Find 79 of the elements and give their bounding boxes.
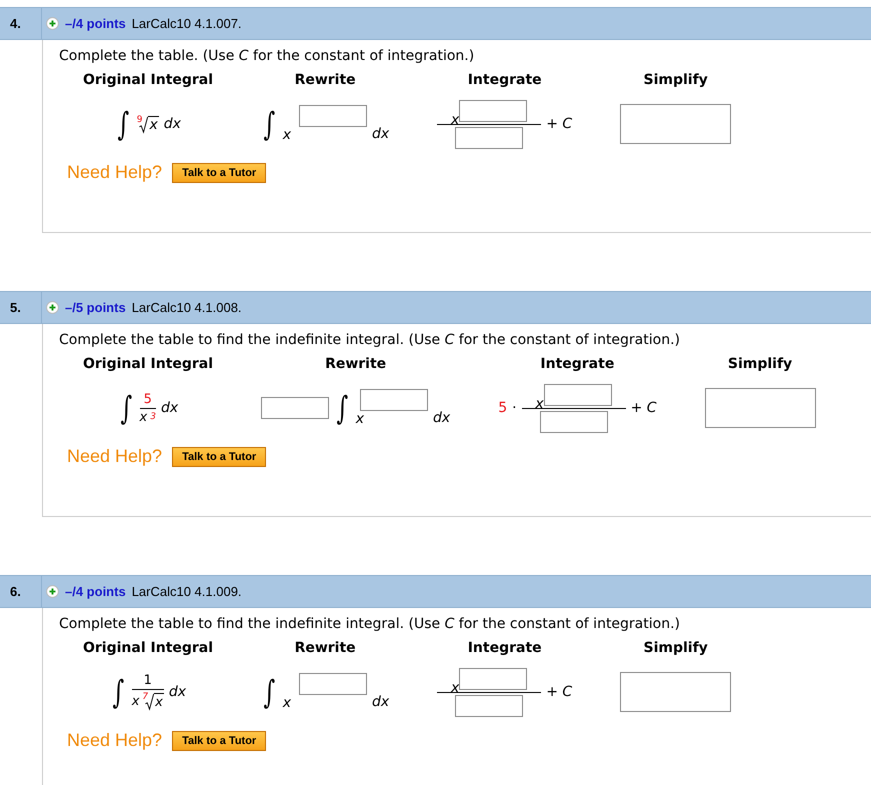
- talk-to-tutor-button[interactable]: Talk to a Tutor: [172, 446, 266, 466]
- constant-term: + C: [546, 684, 572, 700]
- differential: dx: [160, 400, 178, 416]
- integral-sign: ∫: [336, 389, 348, 427]
- dot-operator: ·: [512, 400, 517, 416]
- problem-code: LarCalc10 4.1.009.: [132, 584, 242, 599]
- root-index: 9: [136, 116, 142, 125]
- exponent-input[interactable]: [544, 384, 612, 406]
- radicand: x: [148, 116, 159, 134]
- column-header: Original Integral: [82, 71, 214, 90]
- column-header: Rewrite: [324, 355, 388, 374]
- column-header: Original Integral: [82, 639, 214, 658]
- coefficient: 5: [498, 400, 508, 416]
- integral-sign: ∫: [118, 105, 130, 143]
- points-label: –/4 points: [65, 584, 126, 599]
- denominator-input[interactable]: [540, 410, 608, 432]
- integral-sign: ∫: [112, 673, 124, 711]
- constant-term: + C: [630, 400, 657, 416]
- exponent-input[interactable]: [299, 673, 368, 695]
- integral-sign: ∫: [264, 673, 276, 711]
- need-help-label: Need Help?: [67, 446, 162, 467]
- instruction-text: Complete the table to find the indefinite integral. (Use C for the constant of integration.): [59, 332, 681, 348]
- points-label: –/4 points: [65, 16, 126, 31]
- denominator-input[interactable]: [455, 126, 524, 148]
- problem-code: LarCalc10 4.1.007.: [132, 16, 242, 31]
- radical-icon: [145, 693, 154, 711]
- exponent-input[interactable]: [299, 105, 368, 127]
- root-index: 7: [142, 693, 148, 702]
- talk-to-tutor-button[interactable]: Talk to a Tutor: [172, 162, 266, 182]
- differential: dx: [168, 684, 186, 700]
- simplify-input[interactable]: [620, 672, 732, 712]
- column-header: Rewrite: [294, 639, 357, 658]
- problem-code: LarCalc10 4.1.008.: [132, 300, 242, 315]
- coefficient-input[interactable]: [261, 397, 330, 419]
- integral-sign: ∫: [120, 389, 132, 427]
- points-label: –/5 points: [65, 300, 126, 315]
- denominator-factor: x: [132, 694, 140, 708]
- numerator: 1: [132, 673, 164, 690]
- numerator: 5: [140, 392, 156, 408]
- column-header: Integrate: [539, 355, 616, 374]
- constant-term: + C: [546, 116, 572, 132]
- need-help-label: Need Help?: [67, 730, 162, 751]
- power-base: x: [451, 680, 460, 696]
- question-number: 6.: [0, 576, 42, 607]
- power-base: x: [356, 411, 364, 427]
- expand-icon[interactable]: [46, 301, 59, 314]
- expand-icon[interactable]: [46, 17, 59, 30]
- differential: dx: [164, 116, 181, 132]
- power-base: x: [282, 695, 292, 711]
- column-header: Original Integral: [82, 355, 214, 374]
- exponent-input[interactable]: [360, 389, 428, 411]
- denominator-input[interactable]: [455, 694, 524, 716]
- need-help-label: Need Help?: [67, 162, 162, 183]
- instruction-text: Complete the table. (Use C for the constant of integration.): [59, 48, 476, 64]
- question-number: 4.: [0, 8, 42, 39]
- column-header: Integrate: [466, 71, 543, 90]
- differential: dx: [433, 410, 450, 426]
- expand-icon[interactable]: [46, 585, 59, 598]
- integral-sign: ∫: [264, 105, 276, 143]
- radical-icon: [139, 116, 148, 134]
- denominator: x $^{3}$: [140, 408, 156, 424]
- simplify-input[interactable]: [704, 388, 816, 428]
- power-base: x: [535, 396, 544, 412]
- differential: dx: [372, 126, 390, 142]
- exponent-input[interactable]: [459, 668, 528, 690]
- talk-to-tutor-button[interactable]: Talk to a Tutor: [172, 730, 266, 750]
- column-header: Integrate: [466, 639, 543, 658]
- simplify-input[interactable]: [620, 104, 732, 144]
- column-header: Simplify: [642, 639, 709, 658]
- column-header: Rewrite: [294, 71, 357, 90]
- radicand: x: [154, 693, 164, 711]
- power-base: x: [282, 127, 292, 143]
- exponent-input[interactable]: [459, 100, 528, 122]
- column-header: Simplify: [642, 71, 709, 90]
- column-header: Simplify: [726, 355, 794, 374]
- differential: dx: [372, 694, 390, 710]
- question-number: 5.: [0, 292, 42, 323]
- instruction-text: Complete the table to find the indefinite integral. (Use C for the constant of integration.): [59, 616, 681, 632]
- power-base: x: [451, 112, 460, 128]
